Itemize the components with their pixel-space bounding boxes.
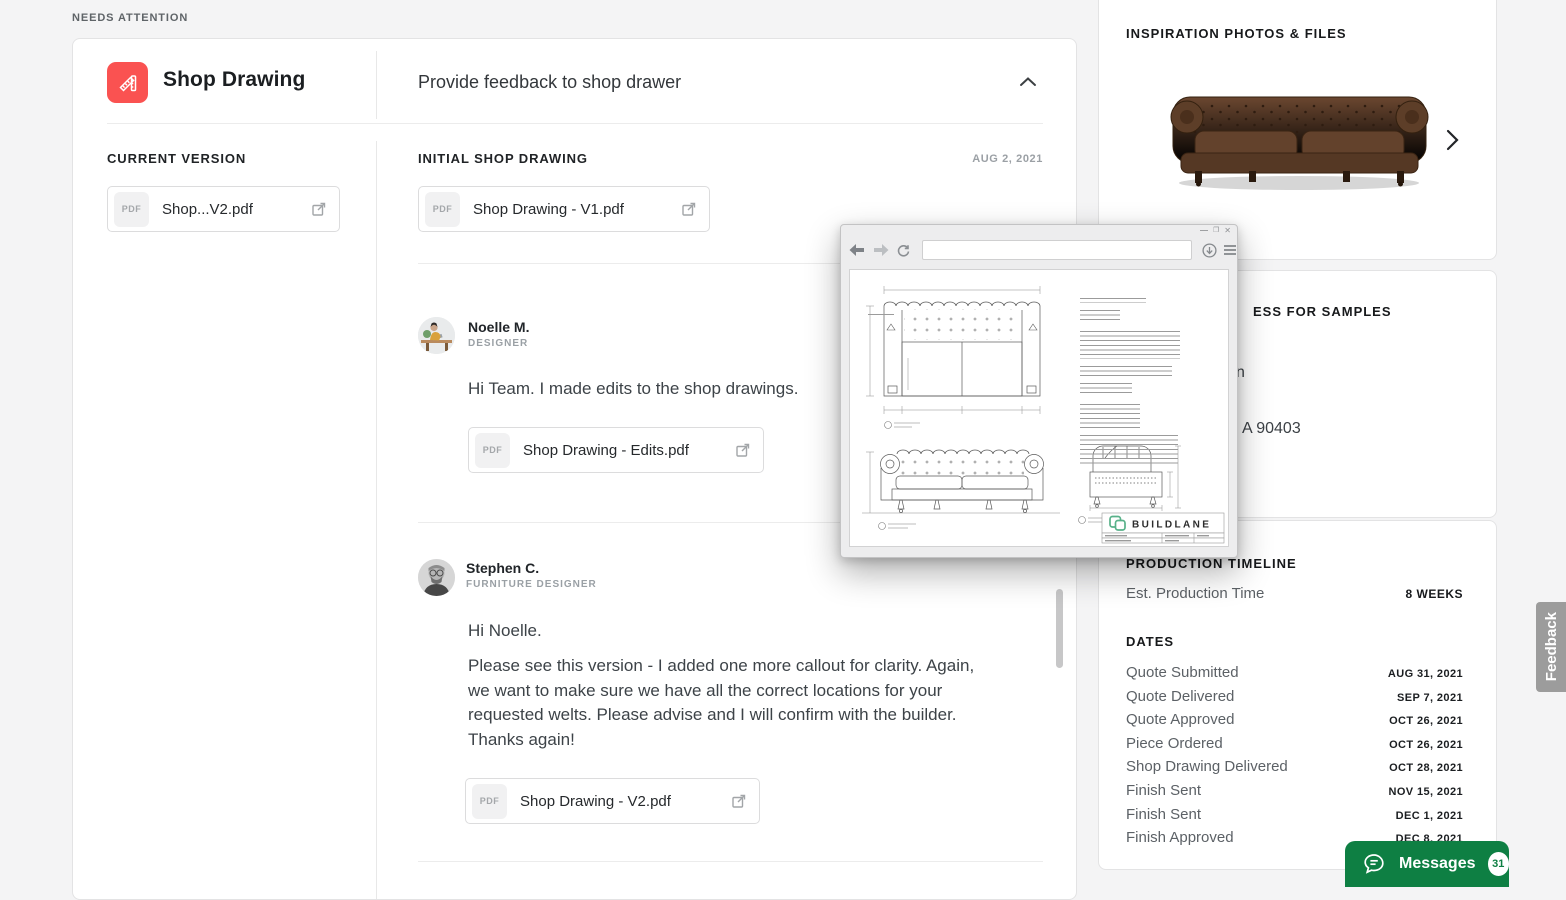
shop-drawing-tile [107, 62, 148, 103]
thread-divider [418, 861, 1043, 862]
timeline-label: Piece Ordered [1126, 735, 1223, 752]
file-name: Shop Drawing - V1.pdf [473, 201, 667, 218]
comment-author: Stephen C. [466, 560, 597, 576]
feedback-tab[interactable]: Feedback [1536, 602, 1566, 692]
comment-text: Please see this version - I added one mo… [468, 654, 984, 752]
messages-badge: 31 [1488, 852, 1510, 876]
timeline-value: AUG 31, 2021 [1388, 668, 1463, 680]
timeline-value: SEP 7, 2021 [1397, 692, 1463, 704]
timeline-row: Finish Sent NOV 15, 2021 [1126, 782, 1463, 799]
external-link-icon[interactable] [731, 793, 747, 809]
samples-line2-fragment: A 90403 [1242, 420, 1301, 438]
collapse-chevron-icon[interactable] [1019, 75, 1041, 91]
menu-icon[interactable] [1223, 244, 1237, 256]
production-timeline-card: PRODUCTION TIMELINE Est. Production Time… [1098, 520, 1497, 870]
timeline-label: Quote Submitted [1126, 664, 1239, 681]
chat-bubble-icon [1361, 851, 1387, 877]
timeline-label: Shop Drawing Delivered [1126, 758, 1288, 775]
comment-role: DESIGNER [468, 338, 529, 349]
close-icon[interactable]: ✕ [1224, 227, 1231, 235]
inspiration-card: INSPIRATION PHOTOS & FILES [1098, 0, 1497, 260]
avatar-noelle [418, 317, 455, 354]
external-link-icon[interactable] [681, 201, 697, 217]
timeline-row: Quote Submitted AUG 31, 2021 [1126, 664, 1463, 681]
est-production-label: Est. Production Time [1126, 585, 1264, 602]
initial-shop-drawing-date: AUG 2, 2021 [972, 153, 1043, 165]
comment-author: Noelle M. [468, 319, 529, 335]
production-heading: PRODUCTION TIMELINE [1126, 556, 1297, 571]
external-link-icon[interactable] [735, 442, 751, 458]
back-icon[interactable] [849, 244, 865, 256]
carousel-next-icon[interactable] [1446, 129, 1460, 156]
file-chip-v2[interactable]: PDF Shop Drawing - V2.pdf [465, 778, 760, 824]
timeline-label: Quote Delivered [1126, 688, 1234, 705]
header-rule [107, 123, 1043, 124]
timeline-row: Quote Delivered SEP 7, 2021 [1126, 688, 1463, 705]
spec-note [868, 314, 894, 317]
timeline-row: Piece Ordered OCT 26, 2021 [1126, 735, 1463, 752]
buildlane-logo-text: BUILDLANE [1132, 520, 1211, 531]
pdf-badge: PDF [475, 433, 510, 468]
refresh-icon[interactable] [897, 244, 910, 257]
viewer-toolbar [841, 236, 1237, 264]
spec-text-block [1080, 298, 1180, 474]
minimize-icon[interactable]: — [1200, 227, 1208, 235]
header-divider [376, 51, 377, 119]
timeline-label: Finish Approved [1126, 829, 1234, 846]
file-name: Shop Drawing - V2.pdf [520, 793, 717, 810]
pdf-viewer-window[interactable]: — ❐ ✕ [840, 224, 1238, 558]
timeline-value: DEC 1, 2021 [1396, 810, 1463, 822]
timeline-label: Finish Sent [1126, 806, 1201, 823]
file-chip-current[interactable]: PDF Shop...V2.pdf [107, 186, 340, 232]
feedback-tab-label: Feedback [1543, 612, 1560, 681]
page-title: Shop Drawing [163, 68, 305, 92]
timeline-value: NOV 15, 2021 [1388, 786, 1463, 798]
pdf-badge: PDF [425, 192, 460, 227]
inspiration-photo-sofa[interactable] [1157, 63, 1442, 198]
download-icon[interactable] [1202, 243, 1217, 258]
timeline-label: Quote Approved [1126, 711, 1234, 728]
app-root: NEEDS ATTENTION Shop Drawing Provide fee… [0, 0, 1566, 880]
samples-heading-fragment: ESS FOR SAMPLES [1253, 304, 1392, 319]
ruler-icon [116, 71, 140, 95]
file-chip-edits[interactable]: PDF Shop Drawing - Edits.pdf [468, 427, 764, 473]
needs-attention-label: NEEDS ATTENTION [72, 12, 188, 24]
initial-shop-drawing-heading: INITIAL SHOP DRAWING [418, 151, 588, 166]
messages-label: Messages [1399, 855, 1476, 873]
dates-heading: DATES [1126, 634, 1174, 649]
comment-role: FURNITURE DESIGNER [466, 579, 597, 590]
restore-icon[interactable]: ❐ [1213, 227, 1219, 235]
file-name: Shop Drawing - Edits.pdf [523, 442, 721, 459]
inspiration-heading: INSPIRATION PHOTOS & FILES [1126, 26, 1347, 41]
thread-scrollbar[interactable] [1056, 589, 1063, 668]
avatar-stephen [418, 559, 455, 596]
pdf-badge: PDF [114, 192, 149, 227]
current-version-heading: CURRENT VERSION [107, 151, 246, 166]
est-production-value: 8 WEEKS [1405, 587, 1463, 601]
timeline-value: OCT 26, 2021 [1389, 739, 1463, 751]
timeline-row: Finish Sent DEC 1, 2021 [1126, 806, 1463, 823]
url-input[interactable] [922, 240, 1192, 260]
comment-text: Hi Noelle. [468, 619, 988, 644]
shop-drawing-sheet: BUILDLANE [849, 269, 1229, 547]
timeline-row: Quote Approved OCT 26, 2021 [1126, 711, 1463, 728]
column-divider [376, 141, 377, 899]
forward-icon[interactable] [873, 244, 889, 256]
external-link-icon[interactable] [311, 201, 327, 217]
messages-button[interactable]: Messages 31 [1345, 841, 1509, 887]
pdf-badge: PDF [472, 784, 507, 819]
timeline-value: OCT 28, 2021 [1389, 762, 1463, 774]
card-subtitle: Provide feedback to shop drawer [418, 72, 681, 93]
timeline-row: Shop Drawing Delivered OCT 28, 2021 [1126, 758, 1463, 775]
timeline-value: OCT 26, 2021 [1389, 715, 1463, 727]
file-name: Shop...V2.pdf [162, 201, 297, 218]
timeline-label: Finish Sent [1126, 782, 1201, 799]
file-chip-v1[interactable]: PDF Shop Drawing - V1.pdf [418, 186, 710, 232]
